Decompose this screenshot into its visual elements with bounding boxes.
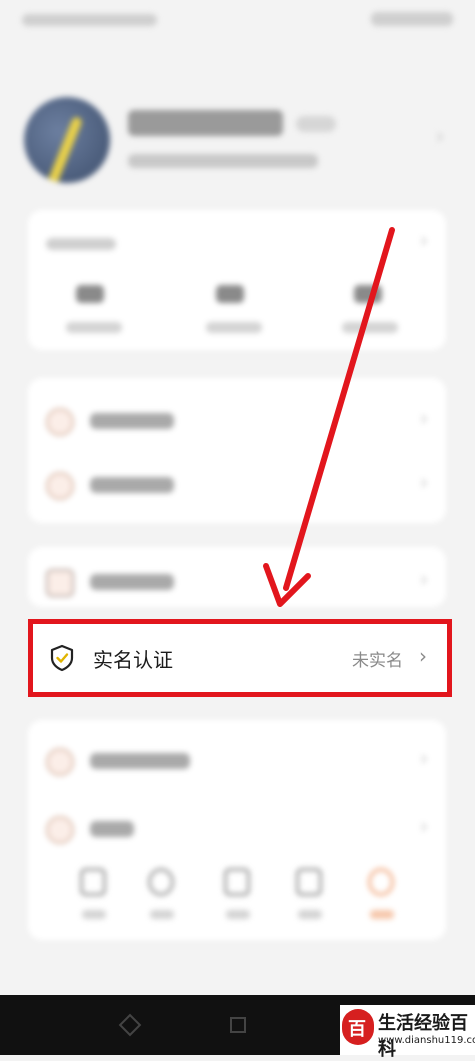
calendar-icon [46, 569, 74, 597]
tab-label [150, 910, 174, 919]
chevron-right-icon: › [436, 124, 444, 148]
tab-label [370, 910, 394, 919]
profile-header[interactable]: › [0, 80, 475, 190]
home-icon[interactable] [230, 1017, 246, 1033]
tab-label [298, 910, 322, 919]
watermark-url: www.dianshu119.com [378, 1035, 475, 1046]
tab-icon-me[interactable] [368, 868, 394, 896]
chevron-right-icon: › [420, 746, 428, 770]
menu-item-label[interactable] [90, 821, 134, 837]
tab-icon[interactable] [224, 868, 250, 896]
chevron-right-icon: › [420, 567, 428, 591]
shield-check-icon [49, 644, 75, 672]
menu-item-icon [46, 748, 74, 776]
settings-icon [46, 816, 74, 844]
chevron-right-icon: › [420, 814, 428, 838]
stat-value[interactable] [76, 285, 104, 303]
real-name-label: 实名认证 [93, 648, 173, 672]
watermark-seal: 百 [342, 1009, 374, 1045]
real-name-status: 未实名 [352, 651, 403, 671]
stats-card-title [46, 238, 116, 250]
stat-value[interactable] [354, 285, 382, 303]
tab-icon[interactable] [148, 868, 174, 896]
back-icon[interactable] [118, 1013, 142, 1037]
user-level-badge [296, 116, 336, 132]
menu-item-icon [46, 408, 74, 436]
tab-label [226, 910, 250, 919]
chevron-right-icon: › [420, 470, 428, 494]
tab-label [82, 910, 106, 919]
status-bar-icons [371, 12, 453, 26]
watermark: 百 生活经验百科 www.dianshu119.com [340, 1005, 475, 1060]
tab-icon[interactable] [296, 868, 322, 896]
menu-item-label[interactable] [90, 413, 174, 429]
avatar[interactable] [24, 97, 110, 183]
stat-label [206, 322, 262, 333]
menu-card: › › [28, 378, 446, 523]
menu-card: › › [28, 720, 446, 940]
watermark-seal-char: 百 [348, 1019, 366, 1040]
user-subtitle [128, 154, 318, 168]
menu-item-label[interactable] [90, 574, 174, 590]
menu-item-label[interactable] [90, 753, 190, 769]
tab-icon[interactable] [80, 868, 106, 896]
menu-item-label[interactable] [90, 477, 174, 493]
stat-label [342, 322, 398, 333]
real-name-verification-row[interactable]: 实名认证 未实名 › [28, 619, 452, 697]
stat-label [66, 322, 122, 333]
stats-card: › [28, 210, 446, 350]
chevron-right-icon: › [420, 406, 428, 430]
status-bar-left [22, 14, 157, 26]
user-name [128, 110, 283, 136]
chevron-right-icon: › [420, 228, 428, 252]
menu-item-icon [46, 472, 74, 500]
stat-value[interactable] [216, 285, 244, 303]
menu-card: › [28, 547, 446, 607]
chevron-right-icon: › [419, 644, 427, 668]
status-bar [0, 0, 475, 44]
